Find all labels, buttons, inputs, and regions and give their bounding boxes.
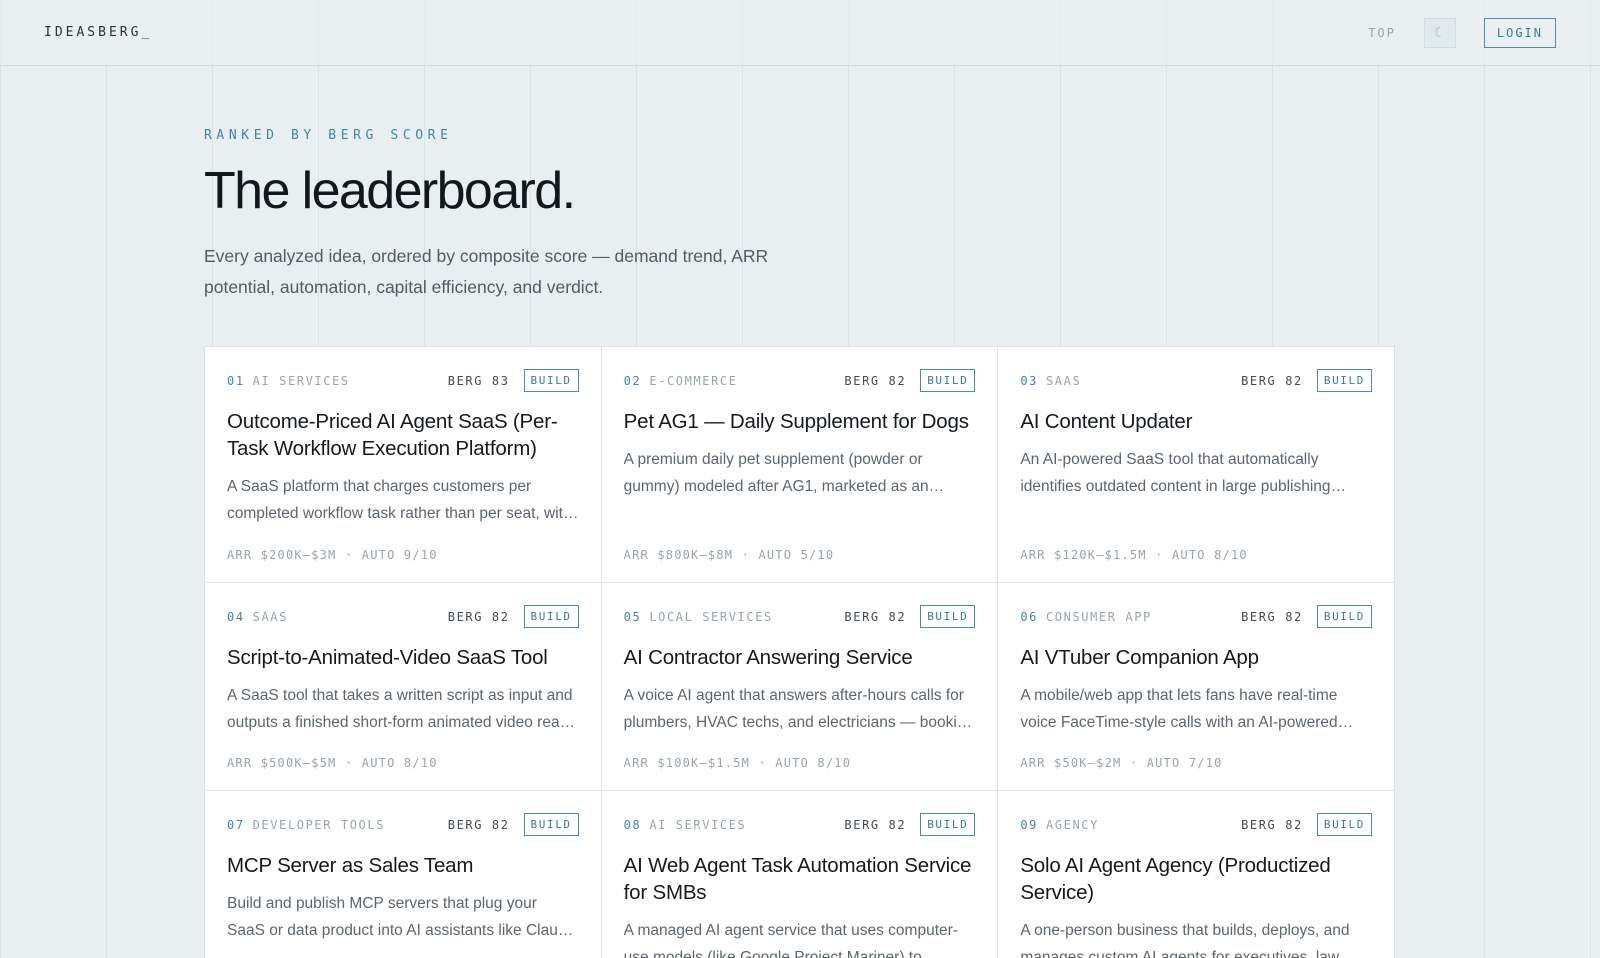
category-label: SAAS (252, 609, 288, 624)
idea-card[interactable]: 01 AI SERVICES BERG 83 BUILD Outcome-Price… (205, 347, 602, 583)
verdict-badge: BUILD (920, 813, 976, 836)
idea-card[interactable]: 09 AGENCY BERG 82 BUILD Solo AI Agent Agen… (998, 791, 1395, 958)
nav-link-top[interactable]: TOP (1368, 26, 1396, 40)
rank-number: 04 (227, 609, 245, 624)
berg-score: BERG 82 (1241, 817, 1303, 832)
idea-card[interactable]: 05 LOCAL SERVICES BERG 82 BUILD AI Contrac… (601, 583, 999, 791)
card-meta: 04 SAAS BERG 82 BUILD (227, 605, 579, 628)
theme-toggle-button[interactable]: ☾ (1423, 17, 1456, 48)
category-label: E-COMMERCE (649, 373, 738, 388)
idea-description: A one-person business that builds, deplo… (1020, 922, 1350, 958)
idea-description: A SaaS tool that takes a written script … (227, 687, 576, 731)
rank-number: 06 (1020, 609, 1038, 624)
idea-description: A SaaS platform that charges customers p… (227, 478, 572, 522)
hero-eyebrow: RANKED BY BERG SCORE (204, 128, 453, 143)
card-meta: 07 DEVELOPER TOOLS BERG 82 BUILD (227, 813, 579, 836)
idea-title[interactable]: Pet AG1 — Daily Supplement for Dogs (624, 408, 976, 435)
idea-description: A mobile/web app that lets fans have rea… (1020, 687, 1338, 731)
idea-title[interactable]: Solo AI Agent Agency (Productized Servic… (1020, 852, 1372, 906)
idea-stats: ARR $200K–$3M · AUTO 9/10 (227, 548, 438, 562)
page-title: The leaderboard. (204, 162, 576, 220)
verdict-badge: BUILD (523, 369, 579, 392)
card-meta: 01 AI SERVICES BERG 83 BUILD (227, 369, 579, 392)
card-meta: 08 AI SERVICES BERG 82 BUILD (624, 813, 976, 836)
leaderboard-grid: 01 AI SERVICES BERG 83 BUILD Outcome-Price… (204, 346, 1395, 958)
idea-description: Build and publish MCP servers that plug … (227, 895, 576, 939)
idea-title[interactable]: AI Web Agent Task Automation Service for… (624, 852, 976, 906)
idea-stats: ARR $50K–$2M · AUTO 7/10 (1020, 756, 1223, 770)
verdict-badge: BUILD (1316, 369, 1372, 392)
berg-score: BERG 82 (844, 609, 907, 624)
hero-description: Every analyzed idea, ordered by composit… (204, 246, 769, 297)
rank-number: 03 (1020, 373, 1038, 388)
nav-actions: TOP ☾ LOGIN (1368, 17, 1556, 48)
idea-card[interactable]: 03 SAAS BERG 82 BUILD AI Content Updater A… (998, 347, 1395, 583)
idea-description: A voice AI agent that answers after-hour… (623, 687, 975, 731)
idea-stats: ARR $800K–$8M · AUTO 5/10 (623, 548, 835, 562)
moon-icon: ☾ (1433, 24, 1447, 40)
login-button[interactable]: LOGIN (1483, 17, 1556, 48)
category-label: AI SERVICES (252, 373, 350, 388)
berg-score: BERG 82 (844, 817, 907, 832)
idea-title[interactable]: AI VTuber Companion App (1020, 644, 1372, 671)
hero-section: RANKED BY BERG SCORE The leaderboard. Ev… (204, 128, 904, 303)
rank-number: 01 (227, 373, 245, 388)
berg-score: BERG 82 (447, 817, 510, 832)
verdict-badge: BUILD (1316, 813, 1372, 836)
card-meta: 09 AGENCY BERG 82 BUILD (1020, 813, 1372, 836)
idea-title[interactable]: Script-to-Animated-Video SaaS Tool (227, 644, 579, 671)
idea-description: A managed AI agent service that uses com… (623, 922, 958, 958)
rank-number: 08 (623, 817, 642, 832)
idea-stats: ARR $500K–$5M · AUTO 8/10 (227, 756, 438, 770)
idea-card[interactable]: 04 SAAS BERG 82 BUILD Script-to-Animated-V… (205, 583, 602, 791)
category-label: DEVELOPER TOOLS (252, 817, 386, 832)
rank-number: 09 (1020, 817, 1038, 832)
idea-title[interactable]: AI Content Updater (1020, 408, 1372, 435)
idea-card[interactable]: 06 CONSUMER APP BERG 82 BUILD AI VTuber Co… (998, 583, 1395, 791)
verdict-badge: BUILD (920, 605, 976, 628)
berg-score: BERG 82 (844, 373, 907, 388)
category-label: LOCAL SERVICES (649, 609, 773, 624)
card-meta: 06 CONSUMER APP BERG 82 BUILD (1020, 605, 1372, 628)
idea-card[interactable]: 02 E-COMMERCE BERG 82 BUILD Pet AG1 — Dail… (601, 347, 999, 583)
berg-score: BERG 82 (1241, 373, 1303, 388)
verdict-badge: BUILD (523, 813, 579, 836)
idea-description: An AI-powered SaaS tool that automatical… (1020, 451, 1331, 495)
card-meta: 02 E-COMMERCE BERG 82 BUILD (624, 369, 976, 392)
rank-number: 05 (623, 609, 642, 624)
card-meta: 03 SAAS BERG 82 BUILD (1020, 369, 1372, 392)
idea-card[interactable]: 07 DEVELOPER TOOLS BERG 82 BUILD MCP Serve… (205, 791, 602, 958)
berg-score: BERG 82 (447, 609, 510, 624)
verdict-badge: BUILD (920, 369, 976, 392)
category-label: AI SERVICES (649, 817, 747, 832)
verdict-badge: BUILD (523, 605, 579, 628)
rank-number: 02 (623, 373, 642, 388)
idea-title[interactable]: Outcome-Priced AI Agent SaaS (Per-Task W… (227, 408, 579, 462)
idea-stats: ARR $120K–$1.5M · AUTO 8/10 (1020, 548, 1248, 562)
top-nav: IDEASBERG_ TOP ☾ LOGIN (0, 0, 1600, 66)
idea-card[interactable]: 08 AI SERVICES BERG 82 BUILD AI Web Agent … (601, 791, 999, 958)
category-label: CONSUMER APP (1045, 609, 1152, 624)
berg-score: BERG 83 (447, 373, 510, 388)
site-logo[interactable]: IDEASBERG_ (44, 25, 152, 40)
idea-title[interactable]: AI Contractor Answering Service (624, 644, 976, 671)
category-label: SAAS (1045, 373, 1082, 388)
berg-score: BERG 82 (1241, 609, 1303, 624)
idea-title[interactable]: MCP Server as Sales Team (227, 852, 579, 879)
rank-number: 07 (227, 817, 245, 832)
idea-description: A premium daily pet supplement (powder o… (623, 451, 929, 495)
card-meta: 05 LOCAL SERVICES BERG 82 BUILD (624, 605, 976, 628)
category-label: AGENCY (1045, 817, 1099, 832)
verdict-badge: BUILD (1316, 605, 1372, 628)
idea-stats: ARR $100K–$1.5M · AUTO 8/10 (623, 756, 852, 770)
